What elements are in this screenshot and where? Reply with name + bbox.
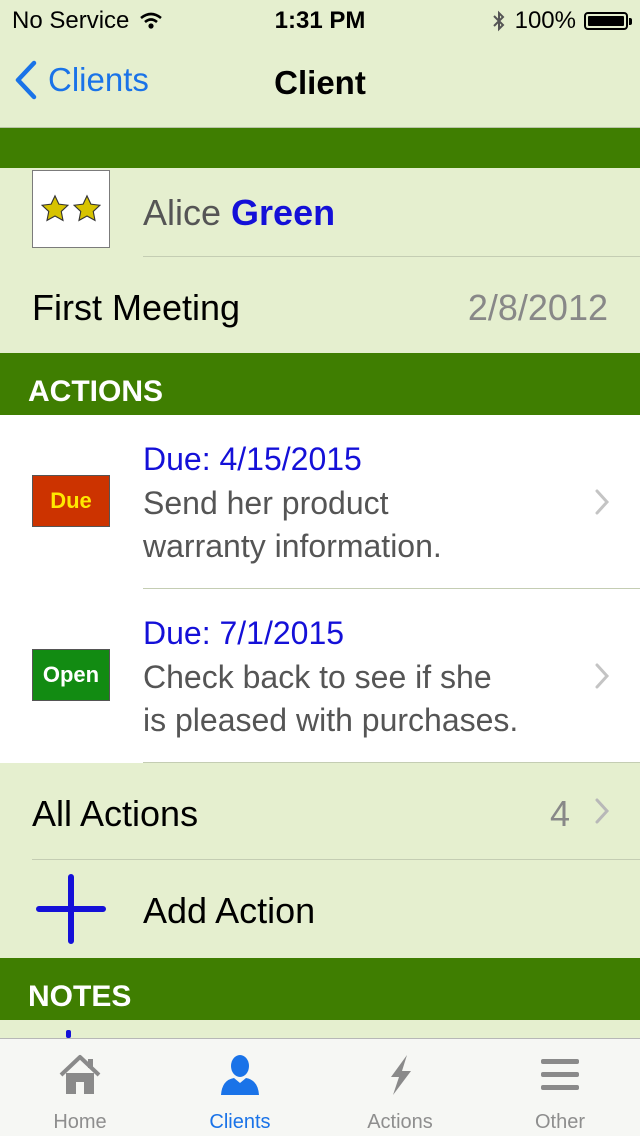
- chevron-right-icon: [595, 489, 610, 515]
- tab-clients[interactable]: Clients: [160, 1039, 320, 1136]
- tab-label: Home: [53, 1111, 107, 1133]
- lightning-icon: [391, 1055, 411, 1095]
- status-bar: No Service 1:31 PM 100%: [0, 0, 640, 40]
- notes-header-label: NOTES: [28, 980, 132, 1013]
- action-description: Send her product warranty information.: [143, 482, 442, 568]
- status-right: 100%: [491, 7, 632, 35]
- star-icon: [40, 194, 70, 222]
- notes-section-header: NOTES: [0, 958, 640, 1020]
- add-action-label: Add Action: [143, 890, 316, 931]
- all-actions-count: 4: [549, 793, 570, 834]
- action-line: is pleased with purchases.: [143, 702, 519, 738]
- add-action-button[interactable]: Add Action: [0, 860, 640, 958]
- status-badge-open: Open: [32, 649, 110, 701]
- actions-section-header: ACTIONS: [0, 353, 640, 415]
- status-badge-due: Due: [32, 475, 110, 527]
- tab-home[interactable]: Home: [0, 1039, 160, 1136]
- person-icon: [221, 1055, 259, 1095]
- first-name: Alice: [143, 192, 222, 233]
- all-actions-label: All Actions: [32, 793, 199, 834]
- notes-content-peek: [66, 1030, 71, 1038]
- action-line: Send her product: [143, 485, 389, 521]
- action-line: warranty information.: [143, 528, 442, 564]
- tab-bar: Home Clients Actions Other: [0, 1038, 640, 1136]
- first-meeting-label: First Meeting: [32, 287, 241, 328]
- battery-percent: 100%: [514, 7, 576, 34]
- tab-label: Other: [534, 1111, 586, 1133]
- home-icon: [59, 1055, 101, 1094]
- battery-icon: [584, 12, 632, 30]
- chevron-right-icon: [595, 663, 610, 689]
- last-name: Green: [231, 192, 336, 233]
- top-divider-band: [0, 128, 640, 168]
- client-name: Alice Green: [143, 192, 335, 234]
- rating-stars[interactable]: [32, 170, 110, 248]
- action-line: Check back to see if she: [143, 659, 492, 695]
- client-name-row[interactable]: Alice Green: [0, 168, 640, 256]
- navigation-bar: Clients Client: [0, 40, 640, 128]
- action-due-date: Due: 4/15/2015: [143, 441, 362, 477]
- tab-label: Actions: [367, 1111, 433, 1133]
- tab-actions[interactable]: Actions: [320, 1039, 480, 1136]
- tab-label: Clients: [209, 1111, 271, 1133]
- menu-icon: [541, 1059, 579, 1090]
- status-badge-label: Due: [50, 488, 92, 513]
- all-actions-row[interactable]: All Actions 4: [0, 761, 640, 859]
- first-meeting-row[interactable]: First Meeting 2/8/2012: [0, 257, 640, 353]
- plus-icon: [36, 874, 106, 944]
- bluetooth-icon: [492, 10, 505, 32]
- tab-other[interactable]: Other: [480, 1039, 640, 1136]
- chevron-right-icon: [595, 798, 610, 824]
- star-icon: [72, 194, 102, 222]
- page-title: Client: [274, 64, 366, 101]
- actions-header-label: ACTIONS: [28, 375, 163, 408]
- status-badge-label: Open: [42, 662, 100, 687]
- action-due-date: Due: 7/1/2015: [143, 615, 345, 651]
- action-item[interactable]: Due Due: 4/15/2015 Send her product warr…: [0, 415, 640, 589]
- first-meeting-date: 2/8/2012: [467, 287, 608, 328]
- action-description: Check back to see if she is pleased with…: [143, 656, 518, 742]
- action-item[interactable]: Open Due: 7/1/2015 Check back to see if …: [0, 589, 640, 763]
